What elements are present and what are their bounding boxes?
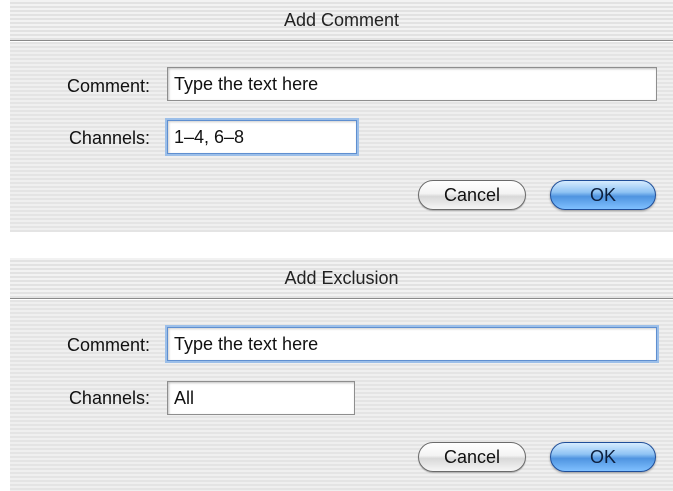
comment-field[interactable]: Type the text here xyxy=(167,327,657,361)
cancel-button[interactable]: Cancel xyxy=(418,180,526,210)
dialog-title: Add Comment xyxy=(283,10,400,30)
channels-label: Channels: xyxy=(68,128,150,148)
cancel-button[interactable]: Cancel xyxy=(418,442,526,472)
channels-field[interactable]: All xyxy=(167,381,355,415)
comment-field[interactable]: Type the text here xyxy=(167,67,657,101)
ok-button[interactable]: OK xyxy=(550,442,656,472)
comment-label: Comment: xyxy=(66,76,150,96)
ok-button[interactable]: OK xyxy=(550,180,656,210)
channels-label: Channels: xyxy=(68,388,150,408)
dialog-titlebar: Add Exclusion xyxy=(10,258,673,299)
add-comment-dialog: Add Comment Comment: Type the text here … xyxy=(10,0,673,232)
comment-label: Comment: xyxy=(66,335,150,355)
dialog-title: Add Exclusion xyxy=(284,268,399,288)
channels-field[interactable]: 1–4, 6–8 xyxy=(167,120,357,154)
dialog-titlebar: Add Comment xyxy=(10,0,673,41)
add-exclusion-dialog: Add Exclusion Comment: Type the text her… xyxy=(10,258,673,491)
